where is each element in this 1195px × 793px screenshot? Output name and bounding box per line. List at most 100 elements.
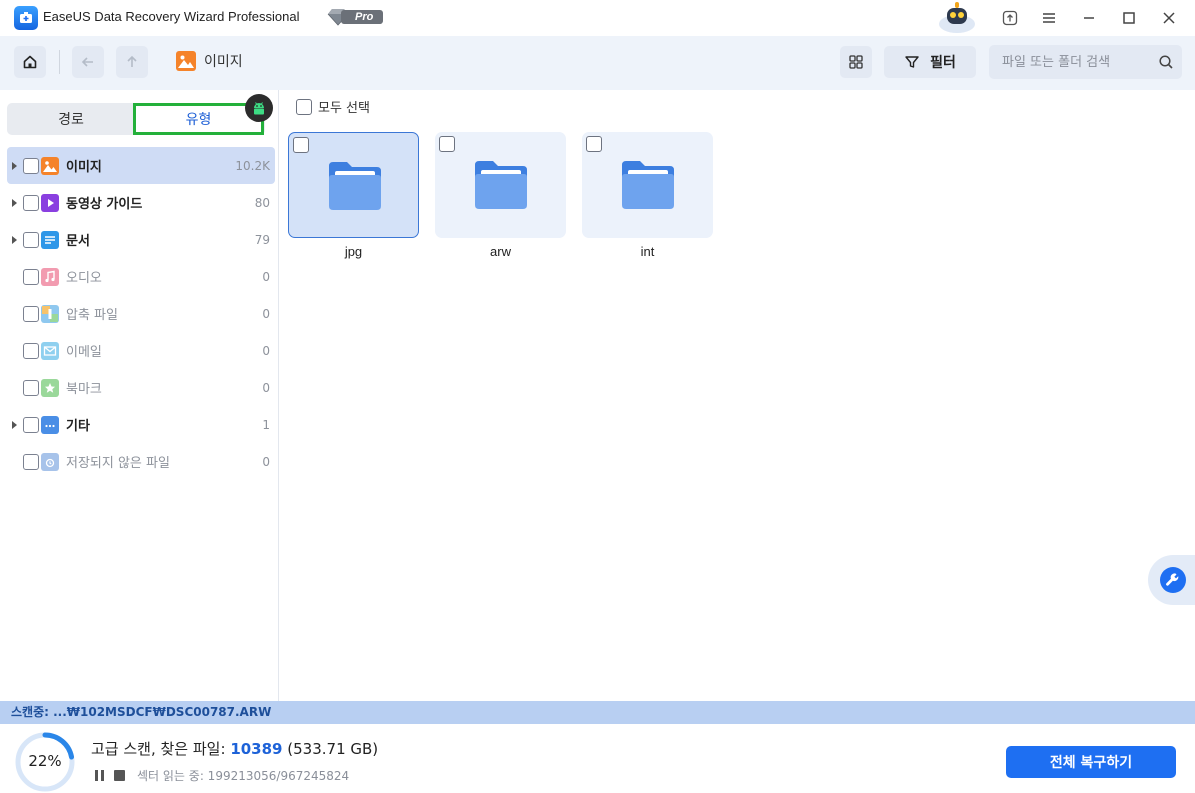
scan-status-bar: 22% 고급 스캔, 찾은 파일: 10389 (533.71 GB) 섹터 읽…	[0, 724, 1195, 793]
checkbox[interactable]	[23, 416, 39, 433]
tree-item-email[interactable]: 이메일 0	[7, 332, 275, 369]
select-all-label: 모두 선택	[318, 101, 370, 116]
scan-summary: 고급 스캔, 찾은 파일: 10389 (533.71 GB)	[91, 738, 378, 759]
select-all-checkbox[interactable]	[296, 98, 312, 115]
file-browser: 모두 선택 jpg arw int	[280, 90, 1195, 701]
filter-button[interactable]: 필터	[884, 46, 976, 78]
tree-item-label: 이메일	[66, 345, 102, 360]
image-icon	[176, 51, 196, 71]
menu-icon[interactable]	[1037, 6, 1061, 30]
android-icon[interactable]	[245, 94, 273, 122]
tree-item-archives[interactable]: 압축 파일 0	[7, 295, 275, 332]
up-button[interactable]	[116, 46, 148, 78]
email-icon	[41, 341, 59, 360]
search-icon[interactable]	[1158, 54, 1174, 70]
home-button[interactable]	[14, 46, 46, 78]
sector-progress-text: 섹터 읽는 중: 199213056/967245824	[137, 769, 350, 783]
tree-item-audio[interactable]: 오디오 0	[7, 258, 275, 295]
found-size: (533.71 GB)	[287, 740, 379, 758]
filter-icon	[905, 56, 919, 68]
tree-item-other[interactable]: 기타 1	[7, 406, 275, 443]
back-button[interactable]	[72, 46, 104, 78]
audio-icon	[41, 267, 59, 286]
tree-item-count: 1	[262, 417, 270, 432]
filter-label: 필터	[930, 55, 956, 71]
tree-item-documents[interactable]: 문서 79	[7, 221, 275, 258]
upload-icon[interactable]	[998, 6, 1022, 30]
expand-caret-icon[interactable]	[12, 235, 17, 244]
back-arrow-icon	[81, 57, 93, 67]
checkbox[interactable]	[23, 453, 39, 470]
select-all[interactable]: 모두 선택	[296, 97, 370, 116]
home-icon	[23, 55, 37, 69]
tree-item-label: 저장되지 않은 파일	[66, 456, 170, 471]
expand-caret-icon[interactable]	[12, 161, 17, 170]
tree-item-unsaved-files[interactable]: 저장되지 않은 파일 0	[7, 443, 275, 480]
checkbox[interactable]	[23, 231, 39, 248]
tab-path[interactable]: 경로	[7, 103, 135, 135]
tools-button[interactable]	[1148, 555, 1195, 605]
stop-icon[interactable]	[114, 770, 125, 781]
folder-card-arw[interactable]	[435, 132, 566, 238]
bookmark-icon	[41, 378, 59, 397]
checkbox[interactable]	[23, 305, 39, 322]
checkbox[interactable]	[23, 342, 39, 359]
minimize-icon[interactable]	[1077, 6, 1101, 30]
search-input[interactable]	[989, 45, 1159, 79]
tree-item-count: 0	[262, 306, 270, 321]
breadcrumb[interactable]: 이미지	[176, 51, 243, 71]
close-icon[interactable]	[1157, 6, 1181, 30]
video-icon	[41, 193, 59, 212]
scan-title-prefix: 고급 스캔, 찾은 파일:	[91, 740, 226, 758]
checkbox[interactable]	[23, 194, 39, 211]
robot-avatar-icon[interactable]	[936, 0, 978, 34]
app-window: EaseUS Data Recovery Wizard Professional…	[0, 0, 1195, 793]
folder-icon	[329, 162, 381, 210]
breadcrumb-label: 이미지	[204, 54, 243, 70]
expand-caret-icon[interactable]	[12, 420, 17, 429]
checkbox[interactable]	[23, 268, 39, 285]
tree-item-video-guide[interactable]: 동영상 가이드 80	[7, 184, 275, 221]
search-box	[989, 45, 1182, 79]
tree-item-label: 동영상 가이드	[66, 197, 143, 212]
folder-name: arw	[490, 244, 511, 259]
pro-badge: Pro	[327, 8, 384, 26]
document-icon	[41, 230, 59, 249]
checkbox[interactable]	[23, 379, 39, 396]
pause-icon[interactable]	[95, 770, 104, 781]
checkbox[interactable]	[23, 157, 39, 174]
maximize-icon[interactable]	[1117, 6, 1141, 30]
archive-icon	[41, 304, 59, 323]
folder-checkbox[interactable]	[439, 136, 455, 152]
tree-item-bookmarks[interactable]: 북마크 0	[7, 369, 275, 406]
recover-all-button[interactable]: 전체 복구하기	[1006, 746, 1176, 778]
found-count: 10389	[230, 740, 283, 758]
expand-caret-icon[interactable]	[12, 198, 17, 207]
folder-checkbox[interactable]	[293, 137, 309, 153]
category-tree: 이미지 10.2K 동영상 가이드 80 문서 79 오디오 0 압축 파일 0…	[7, 147, 275, 480]
folder-name: jpg	[344, 244, 363, 259]
pro-label: Pro	[341, 10, 384, 24]
app-title: EaseUS Data Recovery Wizard Professional	[43, 9, 300, 24]
other-folder-icon	[41, 415, 59, 434]
tree-item-count: 0	[262, 269, 270, 284]
scan-path-strip: 스캔중: ...₩102MSDCF₩DSC00787.ARW	[0, 701, 1195, 724]
grid-view-icon	[849, 55, 863, 69]
tree-item-count: 79	[254, 232, 270, 247]
title-bar: EaseUS Data Recovery Wizard Professional…	[0, 0, 1195, 36]
toolbar-divider	[59, 50, 60, 74]
tree-item-images[interactable]: 이미지 10.2K	[7, 147, 275, 184]
tree-item-label: 이미지	[66, 160, 102, 175]
tree-item-count: 0	[262, 343, 270, 358]
folder-card-jpg[interactable]	[288, 132, 419, 238]
folder-checkbox[interactable]	[586, 136, 602, 152]
folder-icon	[622, 161, 674, 209]
grid-view-button[interactable]	[840, 46, 872, 78]
toolbar: 이미지 필터	[0, 36, 1195, 90]
scan-controls: 섹터 읽는 중: 199213056/967245824	[95, 767, 349, 784]
folder-name: int	[640, 244, 655, 259]
image-icon	[41, 156, 59, 175]
category-panel: 경로 유형 이미지 10.2K 동영상 가이드 80 문서 79 오디오 0 압…	[0, 90, 279, 701]
up-arrow-icon	[127, 55, 137, 67]
folder-card-int[interactable]	[582, 132, 713, 238]
